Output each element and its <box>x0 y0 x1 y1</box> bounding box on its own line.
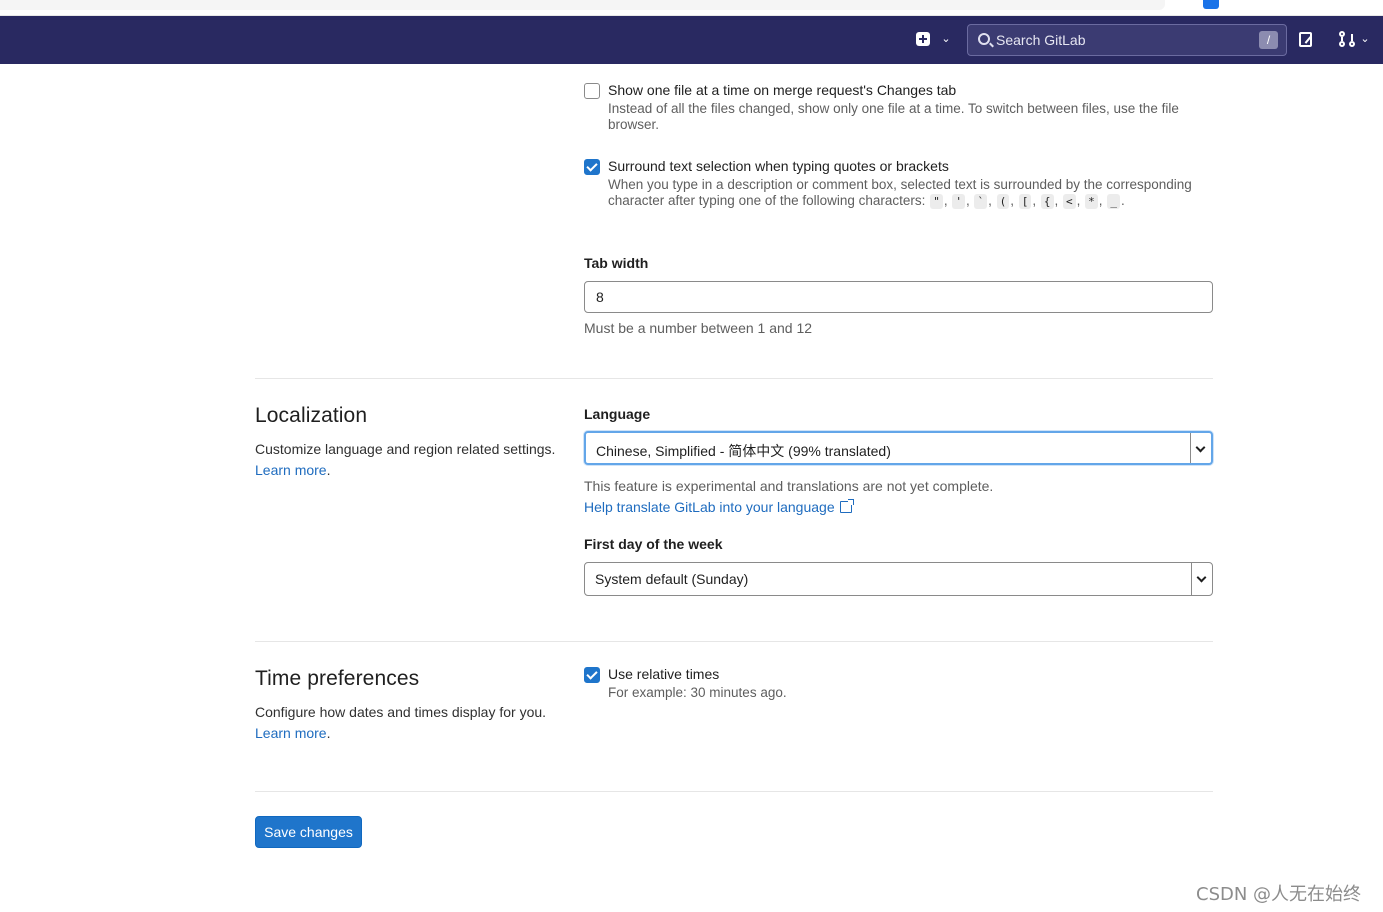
new-item-plus-icon[interactable] <box>916 32 930 46</box>
surround-char-code: ` <box>974 194 988 209</box>
chevron-down-icon[interactable]: ⌄ <box>1359 32 1371 46</box>
surround-char-code: { <box>1040 194 1054 209</box>
localization-description: Customize language and region related se… <box>255 439 565 481</box>
translate-link[interactable]: Help translate GitLab into your language <box>584 499 854 515</box>
surround-selection-label[interactable]: Surround text selection when typing quot… <box>608 158 949 174</box>
surround-char-code: < <box>1063 194 1076 209</box>
time-preferences-description-text: Configure how dates and times display fo… <box>255 704 547 720</box>
language-select[interactable]: Chinese, Simplified - 简体中文 (99% translat… <box>584 431 1213 465</box>
surround-char-code: ' <box>952 194 965 209</box>
browser-extension-icon[interactable] <box>1203 0 1219 9</box>
section-divider <box>255 791 1213 792</box>
section-divider <box>255 641 1213 642</box>
chevron-down-icon <box>1191 563 1212 595</box>
search-gitlab-input[interactable]: Search GitLab / <box>967 24 1287 56</box>
language-label: Language <box>584 406 651 422</box>
search-placeholder: Search GitLab <box>996 32 1086 48</box>
relative-times-label[interactable]: Use relative times <box>608 666 719 682</box>
single-file-option: Show one file at a time on merge request… <box>584 82 1214 142</box>
todo-list-icon[interactable] <box>1299 32 1312 47</box>
chevron-down-icon[interactable]: ⌄ <box>940 32 952 46</box>
localization-period: . <box>326 462 331 478</box>
surround-char-code: ( <box>996 194 1010 209</box>
surround-help-suffix: . <box>1120 193 1125 208</box>
merge-request-icon[interactable] <box>1339 31 1355 47</box>
search-shortcut-key: / <box>1259 31 1278 49</box>
relative-times-help: For example: 30 minutes ago. <box>608 685 787 700</box>
tab-width-label: Tab width <box>584 255 649 271</box>
relative-times-checkbox[interactable] <box>584 667 600 683</box>
first-day-select[interactable]: System default (Sunday) <box>584 562 1213 596</box>
single-file-checkbox[interactable] <box>584 83 600 99</box>
save-changes-button[interactable]: Save changes <box>255 816 362 848</box>
translate-link-text[interactable]: Help translate GitLab into your language <box>584 499 835 515</box>
localization-title: Localization <box>255 404 368 427</box>
surround-char-code: * <box>1085 194 1098 209</box>
localization-learn-more-link[interactable]: Learn more <box>255 462 327 478</box>
single-file-help: Instead of all the files changed, show o… <box>608 101 1179 132</box>
surround-char-code: [ <box>1018 194 1032 209</box>
browser-address-area <box>0 0 1165 10</box>
surround-selection-checkbox[interactable] <box>584 159 600 175</box>
chevron-down-icon <box>1190 433 1211 463</box>
time-preferences-title: Time preferences <box>255 667 420 690</box>
localization-section-header: Localization Customize language and regi… <box>255 404 565 481</box>
relative-times-option: Use relative times For example: 30 minut… <box>584 666 1214 706</box>
localization-description-text: Customize language and region related se… <box>255 441 556 457</box>
first-day-selected-value: System default (Sunday) <box>595 571 749 587</box>
tab-width-help: Must be a number between 1 and 12 <box>584 320 813 336</box>
time-preferences-learn-more-link[interactable]: Learn more <box>255 725 327 741</box>
external-link-icon <box>839 499 854 513</box>
time-preferences-period: . <box>326 725 331 741</box>
section-divider <box>255 378 1213 379</box>
single-file-label[interactable]: Show one file at a time on merge request… <box>608 82 956 98</box>
time-preferences-section-header: Time preferences Configure how dates and… <box>255 667 565 744</box>
top-navbar: ⌄ Search GitLab / ⌄ <box>0 16 1383 64</box>
csdn-watermark: CSDN @人无在始终 <box>1196 884 1362 905</box>
surround-selection-help: When you type in a description or commen… <box>608 177 1213 209</box>
time-preferences-description: Configure how dates and times display fo… <box>255 702 565 744</box>
language-selected-value: Chinese, Simplified - 简体中文 (99% translat… <box>596 443 891 459</box>
surround-char-code: " <box>930 194 943 209</box>
tab-width-input[interactable]: 8 <box>584 281 1213 313</box>
first-day-label: First day of the week <box>584 536 723 552</box>
surround-selection-option: Surround text selection when typing quot… <box>584 158 1214 230</box>
browser-top-strip <box>0 0 1383 16</box>
search-icon <box>978 33 990 45</box>
language-help: This feature is experimental and transla… <box>584 478 994 494</box>
surround-char-code: _ <box>1107 194 1120 209</box>
surround-char-list: ", ', `, (, [, {, <, *, _ <box>929 193 1121 209</box>
